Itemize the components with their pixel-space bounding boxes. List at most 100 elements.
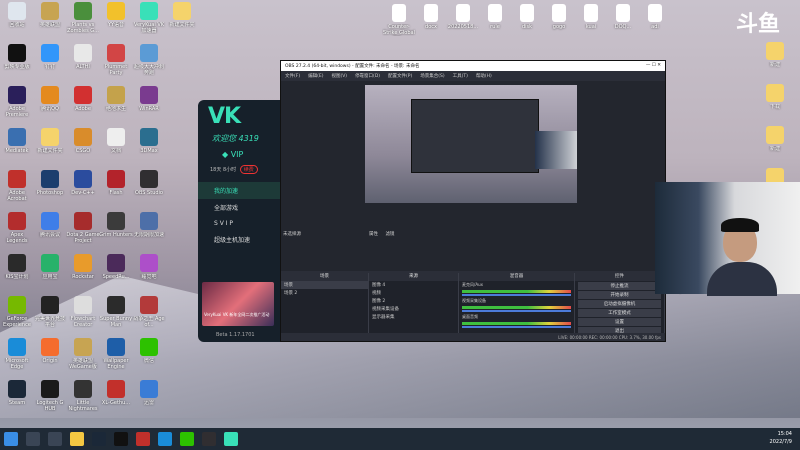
app-icon[interactable] [136, 432, 150, 446]
desktop-file[interactable]: adi [638, 4, 672, 36]
desktop-icon[interactable]: 腾讯QQ [33, 86, 67, 118]
desktop-icon[interactable]: Plummet Party [99, 44, 133, 76]
desktop-icon[interactable]: Flowchart Creator [66, 296, 100, 328]
desktop-icon[interactable]: Dev-C++ [66, 170, 100, 202]
desktop-file[interactable]: docx [414, 4, 448, 36]
source-item[interactable]: 视频采集设备 [369, 305, 458, 313]
task-view-icon[interactable] [48, 432, 62, 446]
desktop-icon[interactable]: 绝地求生 [99, 86, 133, 118]
window-controls[interactable]: — ☐ ✕ [646, 63, 661, 69]
obs-menu-profile[interactable]: 配置文件(P) [388, 73, 412, 79]
desktop-file[interactable]: rule [478, 4, 512, 36]
desktop-icon[interactable]: Rockstar [66, 254, 100, 286]
desktop-icon[interactable]: 腾讯会议 [33, 212, 67, 244]
desktop-icon[interactable]: 英雄联盟WeGame版 [66, 338, 100, 370]
desktop-file[interactable]: 20220518... [446, 4, 480, 36]
source-item[interactable]: 显示器采集 [369, 313, 458, 321]
desktop-icon[interactable]: Apex Legends [0, 212, 34, 244]
desktop-icon[interactable]: 剪映专业版 [0, 44, 34, 76]
wechat-icon[interactable] [180, 432, 194, 446]
scene-item[interactable]: 场景 2 [281, 289, 368, 297]
desktop-icon[interactable]: Microsoft Edge [0, 338, 34, 370]
desktop-icon[interactable]: Mediatek [0, 128, 34, 160]
desktop-icon[interactable]: 超级大大冲刺奔跑 [132, 44, 166, 76]
virtual-camera-button[interactable]: 启动虚拟摄像机 [578, 300, 661, 308]
vk-menu-host-acceleration[interactable]: 超级主机加速 [198, 231, 286, 248]
desktop-folder[interactable]: 下载 [758, 84, 792, 116]
desktop-icon[interactable]: Steam [0, 380, 34, 412]
desktop-icon[interactable]: KIS宝计划 [0, 254, 34, 286]
desktop-icon[interactable]: Adobe Premiere [0, 86, 34, 118]
volume-slider[interactable] [462, 310, 571, 312]
vk-icon[interactable] [224, 432, 238, 446]
obs-preview[interactable]: 未选择源 属性 滤镜 [281, 81, 665, 271]
studio-mode-button[interactable]: 工作室模式 [578, 309, 661, 317]
tab-filters[interactable]: 滤镜 [385, 232, 394, 237]
start-recording-button[interactable]: 开始录制 [578, 291, 661, 299]
obs-menu-view[interactable]: 视图(V) [331, 73, 347, 79]
desktop-folder[interactable]: 新建 [758, 126, 792, 158]
obs-window[interactable]: OBS 27.2.4 (64-bit, windows) - 配置文件: 未命名… [280, 60, 666, 342]
desktop-icon[interactable]: Photoshop [33, 170, 67, 202]
desktop-icon[interactable]: Dota 2 Game Project [66, 212, 100, 244]
desktop-icon[interactable]: Grim Hunters [99, 212, 133, 244]
desktop-icon[interactable]: 无限期限加速 [132, 212, 166, 244]
desktop-icon[interactable]: Adobe [66, 86, 100, 118]
desktop-icon[interactable]: Flash [99, 170, 133, 202]
scene-item[interactable]: 场景 [281, 281, 368, 289]
source-item[interactable]: 视频 [369, 289, 458, 297]
windows-start-icon[interactable] [4, 432, 18, 446]
vk-menu-svip[interactable]: S V I P [198, 216, 286, 231]
desktop-icon[interactable]: 回收站 [0, 2, 34, 34]
steam-icon[interactable] [92, 432, 106, 446]
vk-accelerator-window[interactable]: VK 欢迎您 4319 ◆ VIP 18天 8小时 续费 我的加速 全部游戏 S… [198, 100, 286, 342]
desktop-icon[interactable]: 钉钉 [33, 44, 67, 76]
desktop-icon[interactable]: 迅雷 [132, 380, 166, 412]
search-icon[interactable] [26, 432, 40, 446]
vk-renew-button[interactable]: 续费 [239, 165, 258, 174]
desktop-icon[interactable]: 英雄联盟 [33, 2, 67, 34]
desktop-icon[interactable]: OBS Studio [132, 170, 166, 202]
desktop-file[interactable]: Counter-Strike Global Off... [382, 4, 416, 36]
desktop-icon[interactable]: GeForce Experience [0, 296, 34, 328]
desktop-icon[interactable]: 睡觉吧 [132, 254, 166, 286]
source-item[interactable]: 图像 2 [369, 297, 458, 305]
tiktok-icon[interactable] [114, 432, 128, 446]
desktop-folder[interactable]: 新建 [758, 42, 792, 74]
desktop-file[interactable]: gogo [542, 4, 576, 36]
obs-menu-file[interactable]: 文件(F) [285, 73, 300, 79]
desktop-icon[interactable]: Super Bunny Man [99, 296, 133, 328]
obs-menu-tools[interactable]: 工具(T) [453, 73, 468, 79]
tab-properties[interactable]: 属性 [369, 232, 378, 237]
desktop-icon[interactable]: Plants vs Zombies G... [66, 2, 100, 34]
stop-stream-button[interactable]: 停止推流 [578, 282, 661, 290]
desktop-icon[interactable]: 应用宝 [33, 254, 67, 286]
obs-menu-edit[interactable]: 编辑(E) [308, 73, 323, 79]
desktop-icon[interactable]: SpeedRu... [99, 254, 133, 286]
desktop-icon[interactable]: 3DMax [132, 128, 166, 160]
desktop-icon[interactable]: Little Nightmares [66, 380, 100, 412]
desktop-icon[interactable]: Logitech G HUB [33, 380, 67, 412]
desktop-icon[interactable]: 完美世界竞技平台 [33, 296, 67, 328]
volume-slider[interactable] [462, 326, 571, 328]
desktop-icon[interactable]: WinRAR [132, 86, 166, 118]
volume-slider[interactable] [462, 294, 571, 296]
edge-icon[interactable] [158, 432, 172, 446]
obs-menu-help[interactable]: 帮助(H) [476, 73, 492, 79]
desktop-file[interactable]: DOQ... [606, 4, 640, 36]
desktop-icon[interactable]: YY语音 [99, 2, 133, 34]
source-item[interactable]: 图像 4 [369, 281, 458, 289]
file-explorer-icon[interactable] [70, 432, 84, 446]
obs-menu-docks[interactable]: 停靠窗口(D) [355, 73, 380, 79]
obs-icon[interactable] [202, 432, 216, 446]
desktop-icon[interactable]: 战争之王 Age of... [132, 296, 166, 328]
desktop-file[interactable]: disk [510, 4, 544, 36]
desktop-icon[interactable]: VeryKuai VK加速器 [132, 2, 166, 34]
desktop-icon[interactable]: 文档 [99, 128, 133, 160]
desktop-icon[interactable]: ALTHI [66, 44, 100, 76]
desktop-file[interactable]: kuai [574, 4, 608, 36]
desktop-icon[interactable]: 新建文件夹 [165, 2, 199, 34]
desktop-icon[interactable]: Wallpaper Engine [99, 338, 133, 370]
clock[interactable]: 15:04 2022/7/9 [770, 430, 792, 446]
desktop-icon[interactable]: 新建文件夹 [33, 128, 67, 160]
